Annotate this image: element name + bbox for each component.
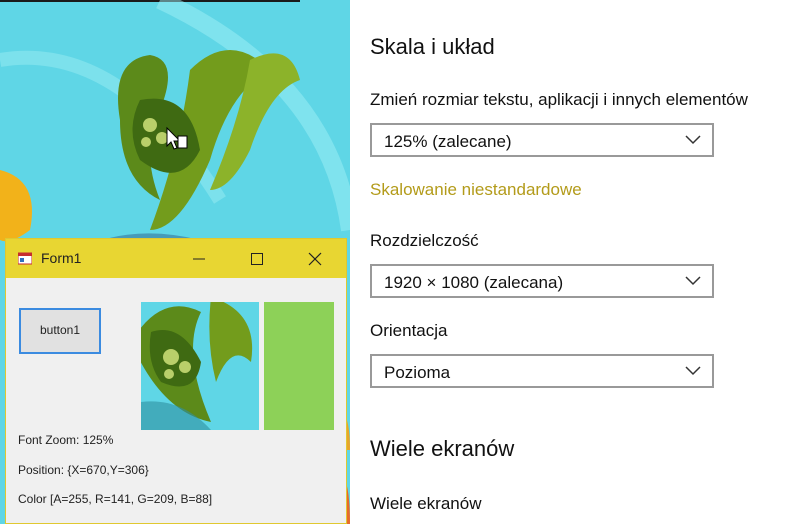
multiple-displays-label: Wiele ekranów <box>370 494 482 513</box>
orientation-label: Orientacja <box>370 321 448 340</box>
scale-dropdown[interactable]: 125% (zalecane) <box>370 123 714 157</box>
section-scale-layout-title: Skala i układ <box>370 34 495 59</box>
form-app-icon <box>18 252 32 265</box>
zoomed-wallpaper-image <box>141 302 253 430</box>
maximize-icon <box>251 253 263 265</box>
button1[interactable]: button1 <box>19 308 101 354</box>
chevron-down-icon <box>685 366 701 376</box>
chevron-down-icon <box>685 135 701 145</box>
scale-dropdown-value: 125% (zalecane) <box>384 132 512 151</box>
maximize-button[interactable] <box>234 239 280 278</box>
color-label: Color [A=255, R=141, G=209, B=88] <box>18 492 213 506</box>
close-button[interactable] <box>292 239 338 278</box>
form1-title: Form1 <box>41 250 82 266</box>
form1-window: Form1 button1 Font Zoom: 125% Position: … <box>5 238 347 524</box>
custom-scaling-link[interactable]: Skalowanie niestandardowe <box>370 180 582 200</box>
font-zoom-label: Font Zoom: 125% <box>18 433 114 447</box>
resolution-label: Rozdzielczość <box>370 231 479 250</box>
close-icon <box>308 252 322 266</box>
minimize-icon <box>193 258 205 260</box>
color-swatch <box>264 302 334 430</box>
chevron-down-icon <box>685 276 701 286</box>
resolution-dropdown-value: 1920 × 1080 (zalecana) <box>384 273 564 292</box>
display-settings-panel: Skala i układ Zmień rozmiar tekstu, apli… <box>350 0 809 524</box>
button1-label: button1 <box>39 323 81 337</box>
position-label: Position: {X=670,Y=306} <box>18 463 149 477</box>
resolution-dropdown[interactable]: 1920 × 1080 (zalecana) <box>370 264 714 298</box>
form1-titlebar[interactable]: Form1 <box>6 239 346 278</box>
minimize-button[interactable] <box>176 239 222 278</box>
orientation-dropdown-value: Pozioma <box>384 363 451 382</box>
section-multiple-displays-title: Wiele ekranów <box>370 436 515 461</box>
orientation-dropdown[interactable]: Pozioma <box>370 354 714 388</box>
scale-label: Zmień rozmiar tekstu, aplikacji i innych… <box>370 90 748 109</box>
zoom-picture-box <box>141 302 259 430</box>
